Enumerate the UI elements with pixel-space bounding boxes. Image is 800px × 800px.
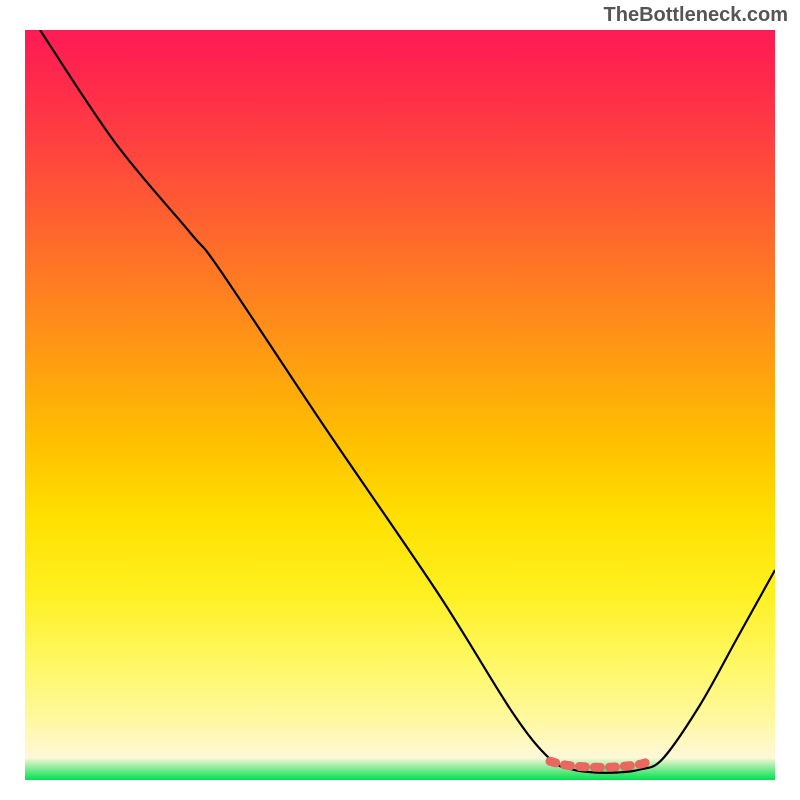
- gradient-background: [25, 30, 775, 780]
- watermark-text: TheBottleneck.com: [604, 4, 788, 27]
- chart-svg: [25, 30, 775, 780]
- chart-container: TheBottleneck.com: [0, 0, 800, 800]
